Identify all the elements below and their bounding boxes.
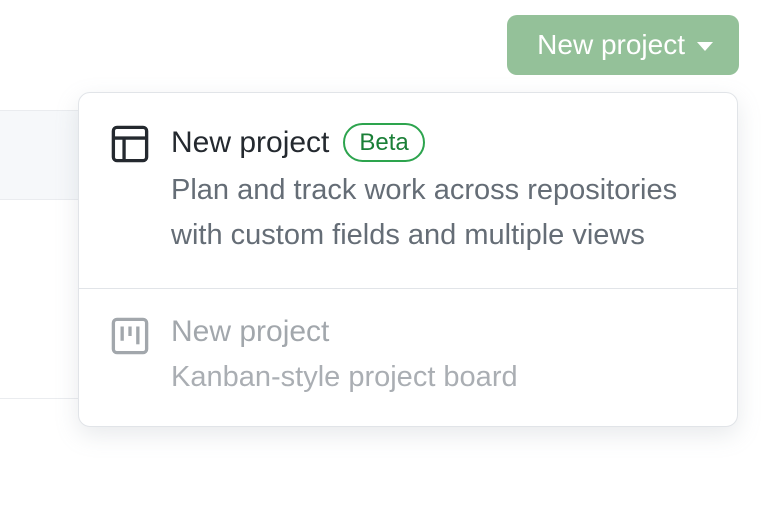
dropdown-item-title-row: New project Beta bbox=[171, 123, 699, 162]
new-project-button[interactable]: New project bbox=[507, 15, 739, 75]
dropdown-item-title: New project bbox=[171, 315, 329, 349]
table-icon bbox=[111, 125, 149, 163]
dropdown-item-title: New project bbox=[171, 126, 329, 160]
kanban-icon bbox=[111, 317, 149, 355]
dropdown-item-description: Kanban-style project board bbox=[171, 355, 699, 400]
beta-badge: Beta bbox=[343, 123, 424, 162]
dropdown-item-project-classic[interactable]: New project Kanban-style project board bbox=[79, 289, 737, 426]
dropdown-item-description: Plan and track work across repositories … bbox=[171, 168, 699, 258]
dropdown-item-content: New project Beta Plan and track work acr… bbox=[171, 123, 699, 258]
chevron-down-icon bbox=[697, 42, 713, 51]
new-project-button-label: New project bbox=[537, 29, 685, 61]
dropdown-item-title-row: New project bbox=[171, 315, 699, 349]
bg-subtle-row bbox=[0, 110, 78, 200]
new-project-dropdown: New project Beta Plan and track work acr… bbox=[78, 92, 738, 427]
dropdown-item-content: New project Kanban-style project board bbox=[171, 315, 699, 400]
bg-divider bbox=[0, 398, 78, 399]
dropdown-item-project-beta[interactable]: New project Beta Plan and track work acr… bbox=[79, 93, 737, 289]
